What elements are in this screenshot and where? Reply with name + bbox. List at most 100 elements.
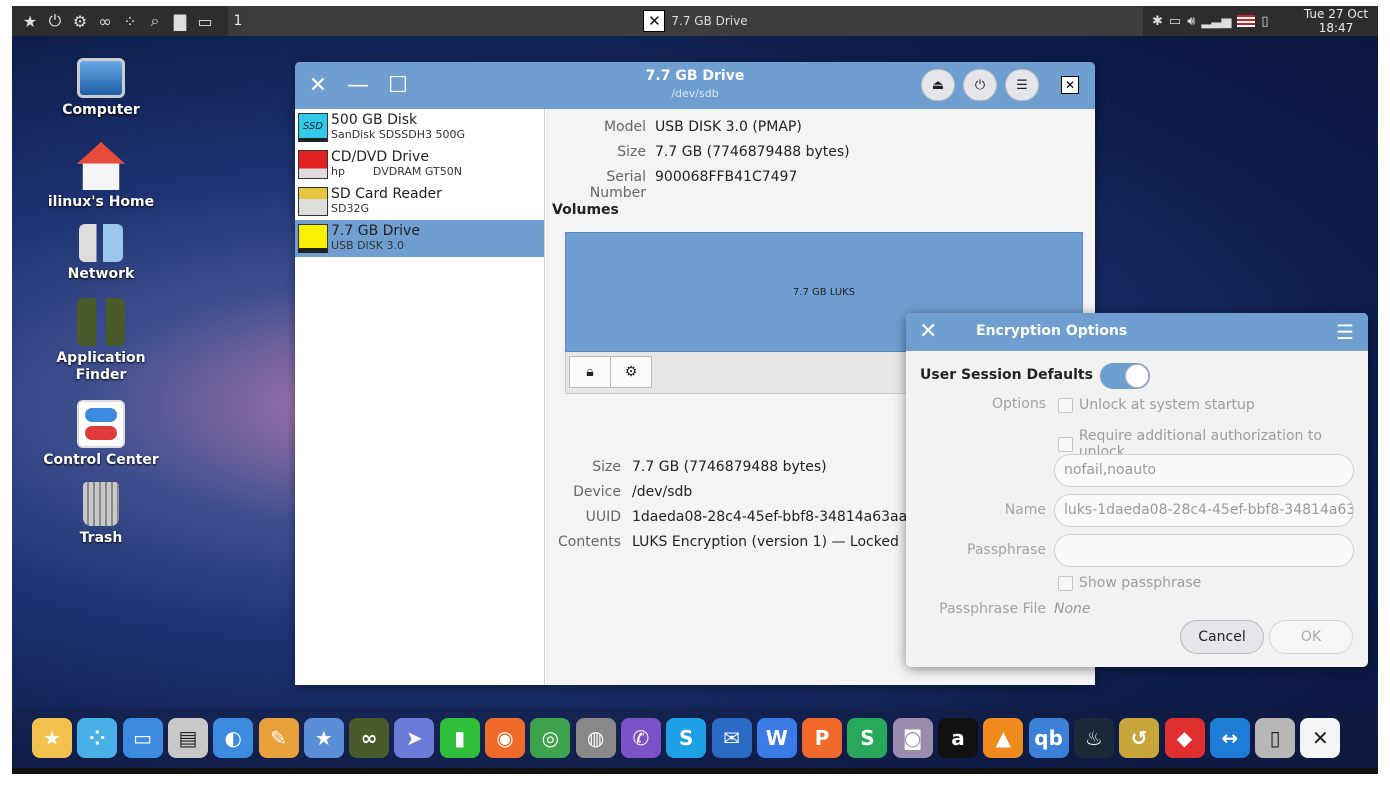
lock-icon: 🔒︎ [586,364,594,380]
search-icon[interactable]: ⌕ [145,10,165,32]
taskbar-entry[interactable]: ✕ 7.7 GB Drive [248,6,1143,36]
device-value: /dev/sdb [632,484,693,500]
clock-date: Tue 27 Oct [1303,7,1369,21]
drive-item[interactable]: SSD 500 GB Disk SanDisk SDSSDH3 500G [295,109,544,146]
menu-icon: ☰ [1016,77,1028,93]
disks-utility-icon: ✕ [643,10,666,32]
binoculars-icon[interactable]: ∞ [95,10,115,32]
drive-menu-button[interactable]: ☰ [1005,69,1039,101]
viber-icon[interactable]: ✆ [620,718,661,758]
battery-icon[interactable]: ▭ [1169,14,1181,29]
wps-spreadsheet-icon[interactable]: S [847,718,888,758]
signal-icon[interactable]: ▂▃▅ [1201,14,1231,29]
size-row: Size 7.7 GB (7746879488 bytes) [546,144,850,160]
system-tray: ✱ ▭ 🔊︎ ▂▃▅ ▯ [1152,6,1269,36]
trash-icon[interactable]: ▯ [1255,718,1296,758]
drive-item[interactable]: CD/DVD Drive hp DVDRAM GT50N [295,146,544,183]
contents-value: LUKS Encryption (version 1) — Locked [632,534,899,550]
drive-item[interactable]: SD Card Reader SD32G [295,183,544,220]
vlc-icon[interactable]: ▲ [983,718,1024,758]
name-label: Name [1004,502,1046,518]
volume-label: 7.7 GB LUKS [792,286,856,298]
desktop-icon-trash[interactable]: Trash [21,482,181,547]
firefox-icon[interactable]: ◉ [485,718,525,758]
app-store-icon[interactable]: ★ [303,718,344,758]
desktop-icon-control-center[interactable]: Control Center [21,400,181,469]
usb-drive-icon [298,224,328,253]
clock[interactable]: Tue 27 Oct 18:47 [1298,6,1374,35]
unlock-button[interactable]: 🔒︎ [569,356,611,388]
ssd-icon: SSD [298,113,328,142]
color-palette-icon[interactable]: ✎ [258,718,299,758]
menu-icon[interactable]: ☰ [1336,320,1354,344]
drive-item-selected[interactable]: 7.7 GB Drive USB DISK 3.0 [295,220,544,257]
chrome-icon[interactable]: ◎ [530,718,571,758]
network-icon[interactable]: ⁘ [120,10,140,32]
volume-icon[interactable]: 🔊︎ [1187,14,1195,29]
volume-settings-button[interactable]: ⚙ [610,356,652,388]
steam-icon[interactable]: ♨ [1073,718,1114,758]
qbittorrent-icon[interactable]: qb [1028,718,1069,758]
favorites-star-icon[interactable]: ★ [32,718,72,758]
session-defaults-toggle[interactable] [1100,363,1150,389]
control-center-icon[interactable]: ◐ [213,718,254,758]
model-label: Model [603,119,646,135]
skype-icon[interactable]: S [666,718,707,758]
wps-presentation-icon[interactable]: P [802,718,843,758]
app-finder-icon[interactable]: ∞ [349,718,390,758]
cancel-button[interactable]: Cancel [1180,620,1264,654]
checkbox-box [1058,575,1073,591]
rocket-icon[interactable]: ➤ [394,718,435,758]
contents-label: Contents [558,534,621,550]
show-passphrase-checkbox[interactable]: Show passphrase [1058,575,1201,591]
desktop-icon-home[interactable]: ilinux's Home [21,142,181,211]
timeshift-icon[interactable]: ↺ [1119,718,1160,758]
wps-writer-icon[interactable]: W [756,718,797,758]
amazon-icon[interactable]: a [938,718,978,758]
serial-label: Serial Number [589,169,646,201]
flag-us-icon[interactable] [1237,15,1256,27]
passphrase-file-value[interactable]: None [1054,601,1091,617]
google-earth-pro-icon[interactable]: ◍ [575,718,616,758]
app-grid-icon[interactable]: ⁘ [77,718,118,758]
workspace-switcher[interactable]: 1 [228,6,248,36]
settings-icon[interactable]: ⚙ [70,10,90,32]
desktop-icon[interactable]: ▭ [122,718,163,758]
thunderbird-icon[interactable]: ✉ [711,718,752,758]
bluetooth-icon[interactable]: ✱ [1152,14,1163,29]
network-icon [79,224,123,262]
sd-card-icon [298,187,328,216]
size-value: 7.7 GB (7746879488 bytes) [655,144,850,160]
desktop-icon-computer[interactable]: Computer [21,58,181,119]
ok-button[interactable]: OK [1269,620,1353,654]
disks-app-icon: ✕ [1061,76,1079,94]
power-off-button[interactable]: ⏻ [963,69,997,101]
desktop-icon-app-finder[interactable]: Application Finder [21,298,181,384]
close-icon[interactable]: ✕ [919,319,937,344]
teamviewer-icon[interactable]: ↔ [1209,718,1250,758]
cheese-icon[interactable]: ◙ [892,718,933,758]
power-icon[interactable]: ⏻ [45,10,65,32]
folder-icon[interactable]: ▇ [170,10,190,32]
volumes-heading: Volumes [552,202,619,218]
device-row: Device /dev/sdb [546,484,692,500]
size-label: Size [617,144,646,160]
show-desktop-icon[interactable]: ▭ [195,10,215,32]
eject-button[interactable]: ⏏ [921,69,955,101]
drive-list: SSD 500 GB Disk SanDisk SDSSDH3 500G CD/… [295,109,545,685]
options-field[interactable]: nofail,noauto [1054,454,1354,487]
anydesk-icon[interactable]: ◆ [1164,718,1205,758]
name-field[interactable]: luks-1daeda08-28c4-45ef-bbf8-34814a63aa [1054,494,1354,527]
passphrase-field[interactable] [1054,534,1354,567]
file-cabinet-icon[interactable]: ▤ [167,718,208,758]
desktop-icon-network[interactable]: Network [21,224,181,283]
desktop-icon-label: Trash [79,530,123,546]
passphrase-file-label: Passphrase File [939,601,1046,617]
contents-row: Contents LUKS Encryption (version 1) — L… [546,534,899,550]
green-pipe-icon[interactable]: ▮ [439,718,480,758]
device-label: Device [573,484,621,500]
clipboard-icon[interactable]: ▯ [1261,14,1268,29]
favorites-star-icon[interactable]: ★ [20,10,40,32]
unlock-startup-checkbox[interactable]: Unlock at system startup [1058,397,1255,413]
disks-utility-icon[interactable]: ✕ [1300,718,1341,758]
